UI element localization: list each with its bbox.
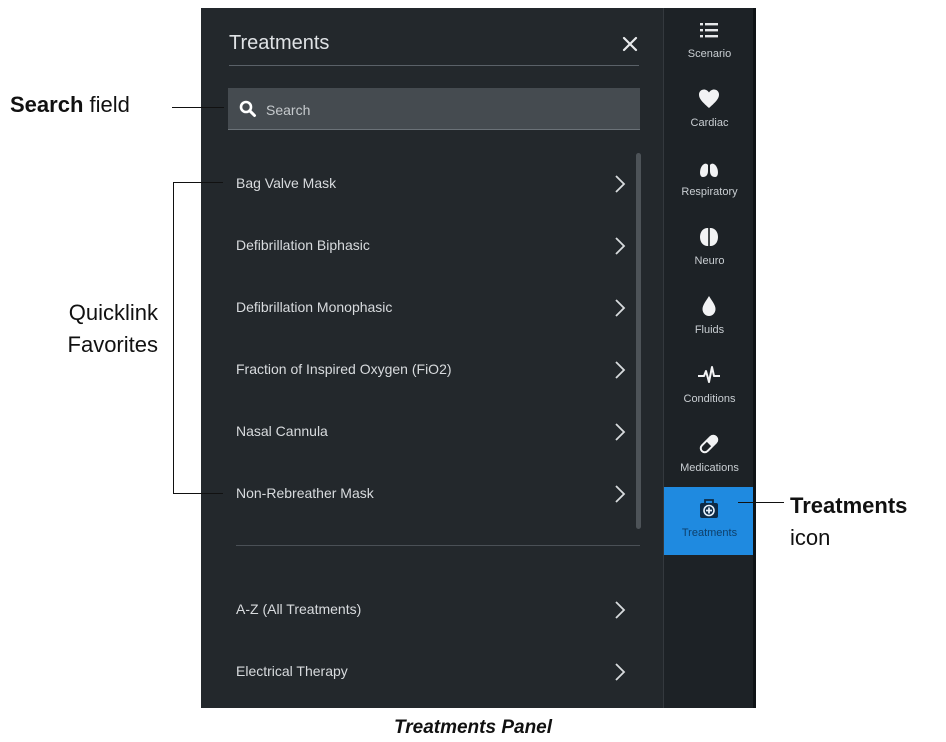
sidebar-item-label: Fluids	[694, 324, 725, 336]
sidebar-item-neuro[interactable]: Neuro	[664, 215, 755, 283]
medkit-icon	[700, 499, 718, 518]
sidebar-item-label: Scenario	[687, 48, 732, 60]
pill-icon	[699, 434, 719, 454]
list-icon	[700, 23, 718, 38]
sidebar-edge	[753, 8, 756, 708]
sidebar-item-label: Medications	[680, 462, 739, 474]
list-item-label: Fraction of Inspired Oxygen (FiO2)	[236, 361, 452, 377]
list-item-label: Electrical Therapy	[236, 663, 348, 679]
list-item-label: Nasal Cannula	[236, 423, 328, 439]
sidebar-item-label: Conditions	[683, 393, 736, 405]
list-item-bag-valve-mask[interactable]: Bag Valve Mask	[201, 153, 641, 215]
heartbeat-icon	[698, 366, 720, 383]
list-item-defibrillation-monophasic[interactable]: Defibrillation Monophasic	[201, 277, 641, 339]
bracket-bottom	[173, 493, 223, 494]
search-icon	[239, 100, 256, 117]
droplet-icon	[702, 296, 716, 316]
list-item-label: A-Z (All Treatments)	[236, 601, 362, 617]
scrollbar[interactable]	[636, 153, 641, 529]
list-item-fio2[interactable]: Fraction of Inspired Oxygen (FiO2)	[201, 339, 641, 401]
leader-line-search	[172, 107, 224, 108]
annotation-treat-bold: Treatments	[790, 493, 908, 518]
sidebar-item-label: Neuro	[694, 255, 725, 267]
annotation-quicklink-favorites: Quicklink Favorites	[0, 297, 158, 361]
lungs-icon	[700, 159, 718, 177]
figure-caption: Treatments Panel	[393, 717, 553, 738]
annotation-search-field: Search field	[10, 92, 130, 118]
chevron-right-icon	[615, 601, 626, 619]
chevron-right-icon	[615, 361, 626, 379]
heart-icon	[699, 89, 719, 108]
bracket-top	[173, 182, 223, 183]
chevron-right-icon	[615, 299, 626, 317]
chevron-right-icon	[615, 485, 626, 503]
chevron-right-icon	[615, 237, 626, 255]
list-item-a-z-all-treatments[interactable]: A-Z (All Treatments)	[201, 579, 641, 641]
annotation-quick-line2: Favorites	[67, 332, 158, 357]
chevron-right-icon	[615, 175, 626, 193]
sidebar-item-medications[interactable]: Medications	[664, 422, 755, 490]
treatments-panel: Treatments Bag Valve Mask Defibrillation…	[201, 8, 663, 708]
brain-icon	[700, 227, 718, 247]
sidebar-item-scenario[interactable]: Scenario	[664, 8, 755, 76]
list-item-label: Defibrillation Biphasic	[236, 237, 370, 253]
annotation-search-rest: field	[89, 92, 130, 117]
search-input[interactable]	[264, 88, 628, 131]
annotation-quick-line1: Quicklink	[68, 300, 158, 325]
list-item-defibrillation-biphasic[interactable]: Defibrillation Biphasic	[201, 215, 641, 277]
chevron-right-icon	[615, 663, 626, 681]
annotation-search-bold: Search	[10, 92, 84, 117]
sidebar-item-cardiac[interactable]: Cardiac	[664, 77, 755, 145]
search-field[interactable]	[228, 88, 640, 131]
list-item-label: Non-Rebreather Mask	[236, 485, 374, 501]
sidebar-item-respiratory[interactable]: Respiratory	[664, 146, 755, 214]
list-divider	[236, 545, 640, 546]
panel-title: Treatments	[229, 32, 330, 54]
list-item-electrical-therapy[interactable]: Electrical Therapy	[201, 641, 641, 703]
chevron-right-icon	[615, 423, 626, 441]
category-sidebar: Scenario Cardiac Respiratory Neuro Fluid…	[664, 8, 755, 708]
list-item-label: Bag Valve Mask	[236, 175, 337, 191]
list-item-non-rebreather-mask[interactable]: Non-Rebreather Mask	[201, 463, 641, 525]
sidebar-item-label: Treatments	[681, 527, 738, 539]
annotation-treatments-icon: Treatments icon	[790, 490, 907, 554]
sidebar-item-label: Cardiac	[690, 117, 729, 129]
close-icon[interactable]	[616, 30, 644, 58]
bracket-vertical	[173, 182, 174, 494]
title-divider	[229, 65, 639, 66]
leader-line-treatments	[738, 502, 784, 503]
list-item-nasal-cannula[interactable]: Nasal Cannula	[201, 401, 641, 463]
sidebar-item-label: Respiratory	[681, 186, 738, 198]
sidebar-item-conditions[interactable]: Conditions	[664, 353, 755, 421]
annotation-treat-rest: icon	[790, 525, 831, 550]
sidebar-item-fluids[interactable]: Fluids	[664, 284, 755, 352]
close-button[interactable]	[616, 30, 644, 58]
list-item-label: Defibrillation Monophasic	[236, 299, 393, 315]
sidebar-item-treatments[interactable]: Treatments	[664, 487, 755, 555]
